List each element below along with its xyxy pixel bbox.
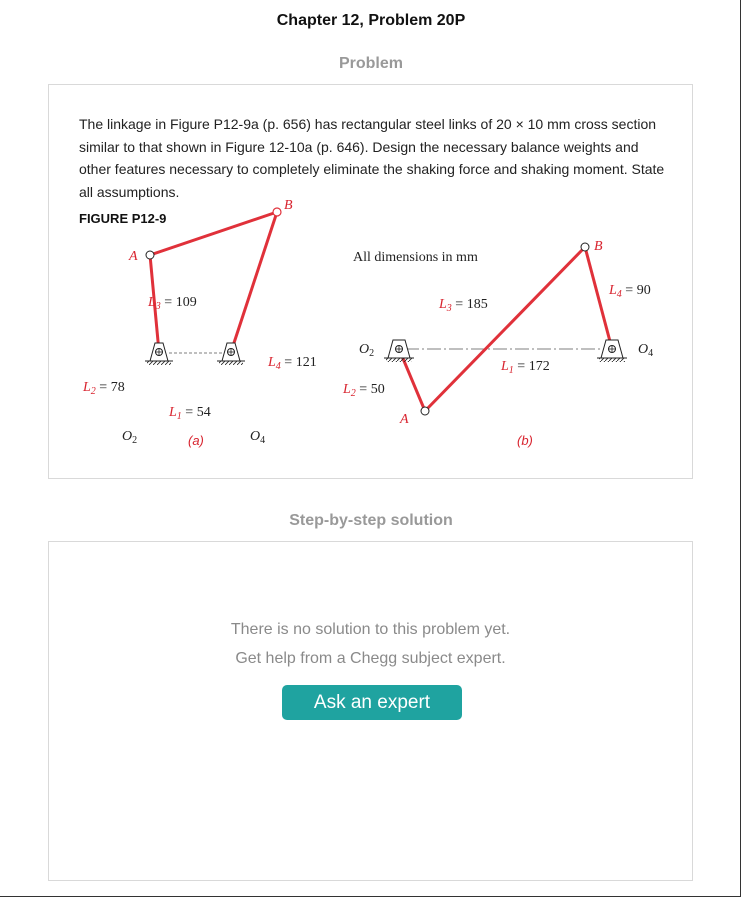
joint-b-b <box>580 242 590 252</box>
label-o2-b: O2 <box>359 342 374 359</box>
caption-b: (b) <box>517 433 533 448</box>
solution-heading: Step-by-step solution <box>289 512 453 529</box>
label-o4-b: O4 <box>638 342 653 359</box>
label-l2-b: L2 = 50 <box>342 382 385 399</box>
no-solution-text: There is no solution to this problem yet… <box>230 621 511 638</box>
chapter-title: Chapter 12, Problem 20P <box>276 12 466 29</box>
expert-help-text: Get help from a Chegg subject expert. <box>235 650 506 667</box>
ask-expert-button[interactable]: Ask an expert <box>282 685 462 720</box>
ground-pivot-o4-b <box>597 339 627 362</box>
joint-a-b <box>420 406 430 416</box>
label-l3-b: L3 = 185 <box>438 297 488 314</box>
caption-a: (a) <box>188 433 204 448</box>
problem-card: The linkage in Figure P12-9a (p. 656) ha… <box>48 84 693 479</box>
link-l3-b <box>423 245 587 413</box>
link-l4-b <box>583 246 614 350</box>
ground-pivot-o2-b <box>384 339 414 362</box>
label-point-a-b: A <box>399 412 409 427</box>
figure-b-drawing: All dimensions in mm B L4 = 90 L3 = 185 … <box>188 239 653 448</box>
dims-note: All dimensions in mm <box>353 250 478 265</box>
label-point-b-b: B <box>594 239 603 254</box>
label-l4-b: L4 = 90 <box>608 283 651 300</box>
solution-card: There is no solution to this problem yet… <box>48 541 693 881</box>
problem-heading: Problem <box>338 55 403 72</box>
label-l1-b: L1 = 172 <box>500 359 550 376</box>
